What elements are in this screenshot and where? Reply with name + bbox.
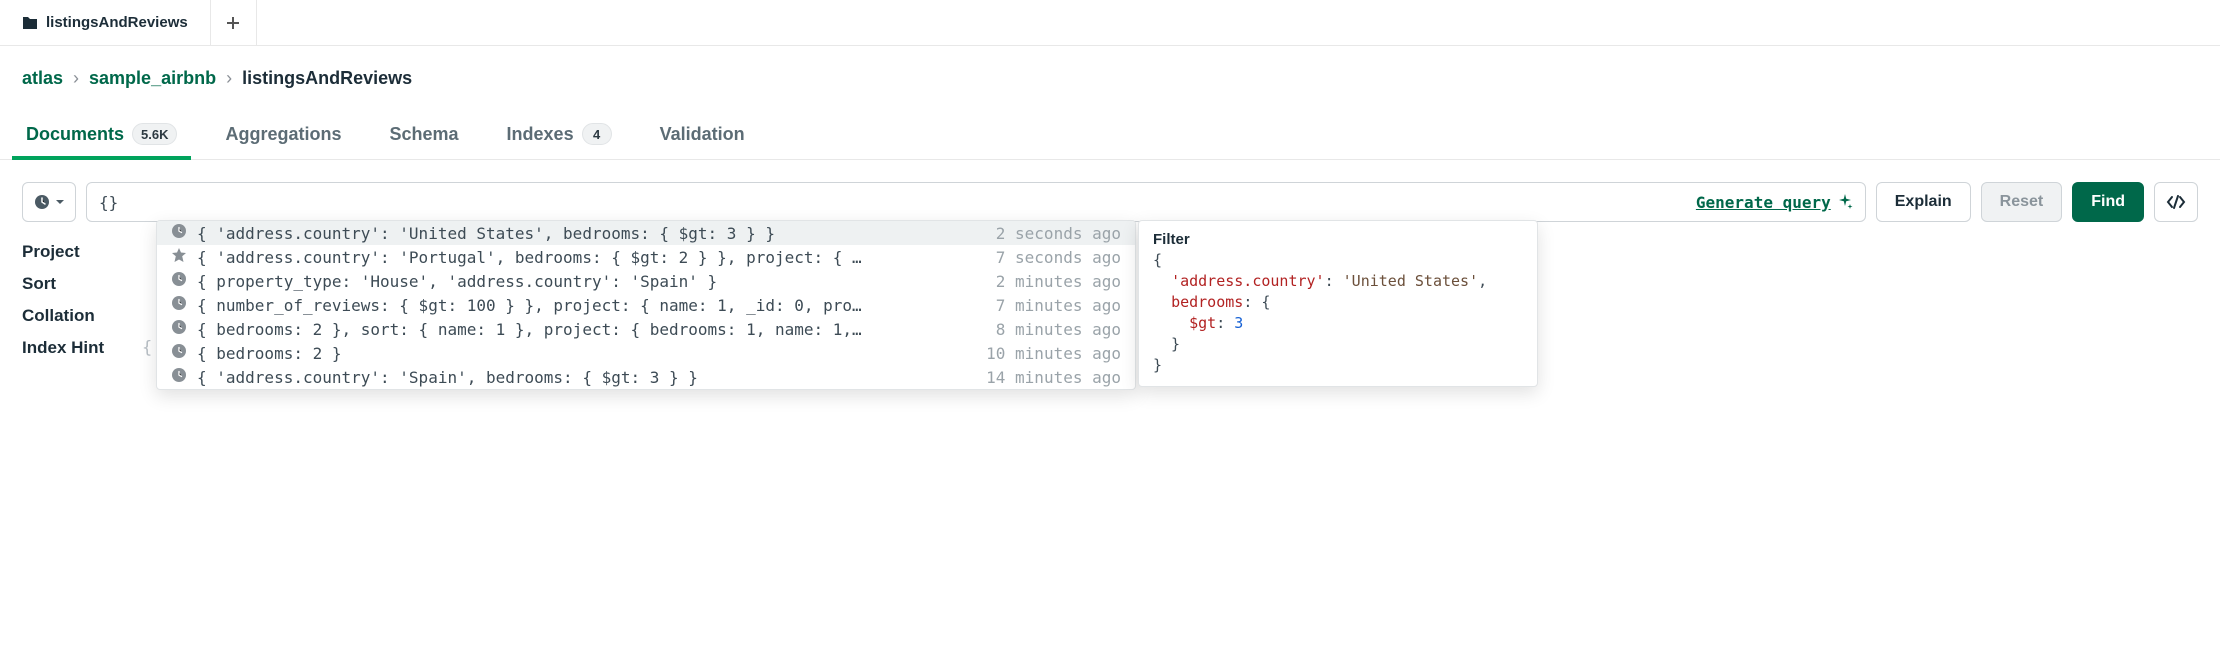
- history-item[interactable]: { bedrooms: 2 } 10 minutes ago: [157, 341, 1135, 365]
- tab-aggregations[interactable]: Aggregations: [221, 112, 345, 159]
- reset-button[interactable]: Reset: [1981, 182, 2063, 222]
- preview-code: { 'address.country': 'United States', be…: [1153, 250, 1523, 376]
- folder-icon: [22, 16, 38, 30]
- option-label: Project: [22, 242, 122, 262]
- code-toggle-button[interactable]: [2154, 182, 2198, 222]
- tab-label: Documents: [26, 124, 124, 145]
- preview-title: Filter: [1153, 231, 1523, 248]
- clock-icon: [171, 295, 187, 315]
- history-query: { 'address.country': 'United States', be…: [197, 224, 976, 243]
- query-area: {} Generate query Explain Reset Find Pro…: [0, 160, 2220, 364]
- add-tab-button[interactable]: [211, 0, 257, 45]
- chevron-right-icon: ›: [73, 68, 79, 89]
- history-time: 14 minutes ago: [976, 368, 1121, 387]
- explain-button[interactable]: Explain: [1876, 182, 1971, 222]
- history-button[interactable]: [22, 182, 76, 222]
- history-item[interactable]: { 'address.country': 'Portugal', bedroom…: [157, 245, 1135, 269]
- history-query: { number_of_reviews: { $gt: 100 } }, pro…: [197, 296, 976, 315]
- history-time: 2 minutes ago: [986, 272, 1121, 291]
- history-query: { property_type: 'House', 'address.count…: [197, 272, 976, 291]
- clock-icon: [33, 193, 51, 211]
- tab-listings[interactable]: listingsAndReviews: [0, 0, 211, 45]
- history-time: 7 minutes ago: [986, 296, 1121, 315]
- breadcrumb-collection: listingsAndReviews: [242, 68, 412, 89]
- query-row: {} Generate query Explain Reset Find: [22, 182, 2198, 222]
- tab-label: Indexes: [507, 124, 574, 145]
- option-label: Sort: [22, 274, 122, 294]
- history-dropdown: { 'address.country': 'United States', be…: [156, 220, 1136, 390]
- chevron-down-icon: [55, 197, 65, 207]
- history-item[interactable]: { bedrooms: 2 }, sort: { name: 1 }, proj…: [157, 317, 1135, 341]
- clock-icon: [171, 223, 187, 243]
- plus-icon: [226, 16, 240, 30]
- clock-icon: [171, 319, 187, 339]
- history-query: { 'address.country': 'Portugal', bedroom…: [197, 248, 976, 267]
- tab-indexes[interactable]: Indexes 4: [503, 111, 616, 159]
- history-time: 8 minutes ago: [986, 320, 1121, 339]
- sparkle-icon: [1837, 194, 1853, 210]
- history-query: { bedrooms: 2 }: [197, 344, 966, 363]
- tab-label: Validation: [660, 124, 745, 145]
- code-icon: [2166, 194, 2186, 210]
- top-tab-bar: listingsAndReviews: [0, 0, 2220, 46]
- history-time: 7 seconds ago: [986, 248, 1121, 267]
- breadcrumb-db[interactable]: sample_airbnb: [89, 68, 216, 89]
- chevron-right-icon: ›: [226, 68, 232, 89]
- breadcrumb-atlas[interactable]: atlas: [22, 68, 63, 89]
- top-tab-label: listingsAndReviews: [46, 14, 188, 31]
- history-query: { bedrooms: 2 }, sort: { name: 1 }, proj…: [197, 320, 976, 339]
- tab-validation[interactable]: Validation: [656, 112, 749, 159]
- collection-tabs: Documents 5.6K Aggregations Schema Index…: [0, 111, 2220, 160]
- generate-query-label: Generate query: [1696, 193, 1831, 212]
- clock-icon: [171, 367, 187, 387]
- option-label: Collation: [22, 306, 122, 326]
- tab-schema[interactable]: Schema: [386, 112, 463, 159]
- tab-label: Schema: [390, 124, 459, 145]
- history-item[interactable]: { 'address.country': 'Spain', bedrooms: …: [157, 365, 1135, 389]
- history-item[interactable]: { 'address.country': 'United States', be…: [157, 221, 1135, 245]
- history-query: { 'address.country': 'Spain', bedrooms: …: [197, 368, 966, 387]
- find-button[interactable]: Find: [2072, 182, 2144, 222]
- star-icon: [171, 247, 187, 267]
- tab-documents[interactable]: Documents 5.6K: [22, 111, 181, 159]
- history-item[interactable]: { property_type: 'House', 'address.count…: [157, 269, 1135, 293]
- generate-query-link[interactable]: Generate query: [1696, 193, 1853, 212]
- indexes-count-badge: 4: [582, 123, 612, 145]
- tab-label: Aggregations: [225, 124, 341, 145]
- option-label: Index Hint: [22, 338, 122, 358]
- filter-value: {}: [99, 193, 118, 212]
- history-time: 10 minutes ago: [976, 344, 1121, 363]
- history-item[interactable]: { number_of_reviews: { $gt: 100 } }, pro…: [157, 293, 1135, 317]
- clock-icon: [171, 271, 187, 291]
- clock-icon: [171, 343, 187, 363]
- breadcrumb: atlas › sample_airbnb › listingsAndRevie…: [0, 46, 2220, 97]
- history-time: 2 seconds ago: [986, 224, 1121, 243]
- documents-count-badge: 5.6K: [132, 123, 177, 145]
- filter-preview-card: Filter { 'address.country': 'United Stat…: [1138, 220, 1538, 387]
- filter-input[interactable]: {} Generate query: [86, 182, 1866, 222]
